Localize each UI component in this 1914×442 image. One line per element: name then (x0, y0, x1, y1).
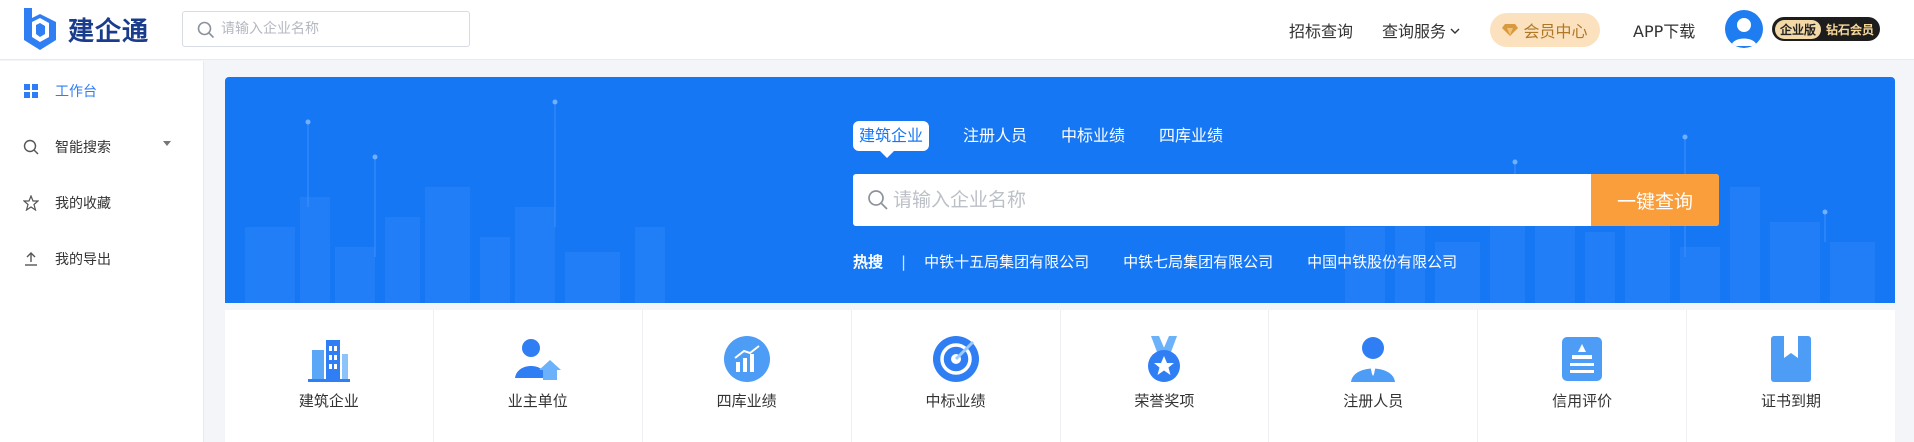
search-icon (22, 138, 40, 156)
category-bid-performance[interactable]: 中标业绩 (852, 310, 1061, 442)
sidebar-item-workbench[interactable]: 工作台 (22, 79, 172, 103)
category-label: 中标业绩 (925, 392, 986, 410)
nav-query-service-label: 查询服务 (1382, 22, 1447, 41)
category-label: 建筑企业 (298, 392, 359, 410)
category-label: 业主单位 (507, 392, 568, 410)
medal-icon (1148, 336, 1181, 382)
search-banner: 建筑企业 注册人员 中标业绩 四库业绩 一键查询 热搜 | 中铁十五局集团有限公… (225, 77, 1895, 303)
member-center-label: 会员中心 (1523, 22, 1588, 41)
grid-icon (22, 82, 40, 100)
credit-icon (1562, 337, 1603, 381)
nav-query-service[interactable]: 查询服务 (1382, 18, 1460, 42)
one-click-search-button[interactable]: 一键查询 (1591, 174, 1719, 226)
category-certificate-expiry[interactable]: 证书到期 (1687, 310, 1895, 442)
category-honors-awards[interactable]: 荣誉奖项 (1061, 310, 1270, 442)
sidebar-item-label: 工作台 (55, 84, 97, 100)
hot-search-item[interactable]: 中国中铁股份有限公司 (1307, 251, 1457, 272)
chevron-down-icon (1450, 28, 1460, 34)
certificate-icon (1771, 336, 1812, 382)
main-search-box[interactable]: 一键查询 (853, 174, 1719, 226)
sidebar-item-favorites[interactable]: 我的收藏 (22, 191, 172, 215)
chart-icon (723, 336, 770, 382)
member-center-button[interactable]: 会员中心 (1490, 13, 1600, 47)
nav-bid-query[interactable]: 招标查询 (1289, 18, 1353, 42)
sidebar-item-label: 我的导出 (55, 252, 111, 268)
star-icon (22, 194, 40, 212)
category-label: 荣誉奖项 (1134, 392, 1195, 410)
logo-text: 建企通 (68, 16, 150, 47)
category-owner-unit[interactable]: 业主单位 (434, 310, 643, 442)
nav-app-download[interactable]: APP下载 (1633, 18, 1695, 42)
level-badge: 钻石会员 (1826, 22, 1875, 37)
sidebar: 工作台 智能搜索 我的收藏 我的导出 (0, 61, 204, 442)
category-shortcuts: 建筑企业 业主单位 四库业绩 中标业绩 荣誉奖项 注册人员 信用评价 证书到期 (225, 310, 1895, 442)
avatar[interactable] (1725, 10, 1763, 48)
tab-bid-performance[interactable]: 中标业绩 (1061, 121, 1125, 151)
tab-registered-personnel[interactable]: 注册人员 (963, 121, 1027, 151)
sidebar-item-label: 我的收藏 (55, 196, 111, 212)
person-icon (1351, 337, 1396, 382)
category-registered-personnel[interactable]: 注册人员 (1269, 310, 1479, 442)
header-search-input[interactable] (221, 12, 461, 46)
user-avatar-icon (1731, 18, 1757, 46)
divider: | (901, 252, 907, 271)
category-label: 四库业绩 (716, 392, 777, 410)
export-icon (22, 250, 40, 268)
caret-down-icon (163, 141, 171, 146)
category-label: 信用评价 (1552, 392, 1613, 410)
top-header: 建企通 招标查询 查询服务 会员中心 APP下载 企业版 钻石会员 (0, 0, 1914, 60)
logo-mark-icon (24, 8, 56, 50)
building-icon (307, 340, 350, 382)
search-icon (197, 21, 215, 39)
tab-construction-enterprise[interactable]: 建筑企业 (853, 121, 930, 158)
hot-search-item[interactable]: 中铁七局集团有限公司 (1123, 251, 1273, 272)
sidebar-item-label: 智能搜索 (55, 140, 111, 156)
search-icon (868, 190, 888, 210)
category-label: 注册人员 (1343, 392, 1404, 410)
sidebar-item-smart-search[interactable]: 智能搜索 (22, 135, 172, 159)
edition-badge: 企业版 (1775, 19, 1822, 39)
tab-four-library-performance[interactable]: 四库业绩 (1159, 121, 1223, 151)
sidebar-item-exports[interactable]: 我的导出 (22, 247, 172, 271)
logo[interactable]: 建企通 (18, 4, 149, 54)
membership-badge: 企业版 钻石会员 (1772, 17, 1880, 41)
diamond-icon (1502, 24, 1519, 36)
hot-searches: 热搜 | 中铁十五局集团有限公司 中铁七局集团有限公司 中国中铁股份有限公司 (853, 251, 1491, 272)
header-search-box[interactable] (182, 11, 470, 47)
category-label: 证书到期 (1761, 392, 1822, 410)
search-type-tabs: 建筑企业 注册人员 中标业绩 四库业绩 (853, 121, 1257, 158)
category-construction-enterprise[interactable]: 建筑企业 (225, 310, 434, 442)
owner-icon (514, 339, 561, 380)
category-four-library-performance[interactable]: 四库业绩 (643, 310, 852, 442)
target-icon (932, 336, 979, 382)
hot-search-label: 热搜 (853, 253, 884, 271)
main-search-input[interactable] (893, 174, 1613, 226)
hot-search-item[interactable]: 中铁十五局集团有限公司 (924, 251, 1089, 272)
category-credit-evaluation[interactable]: 信用评价 (1478, 310, 1688, 442)
